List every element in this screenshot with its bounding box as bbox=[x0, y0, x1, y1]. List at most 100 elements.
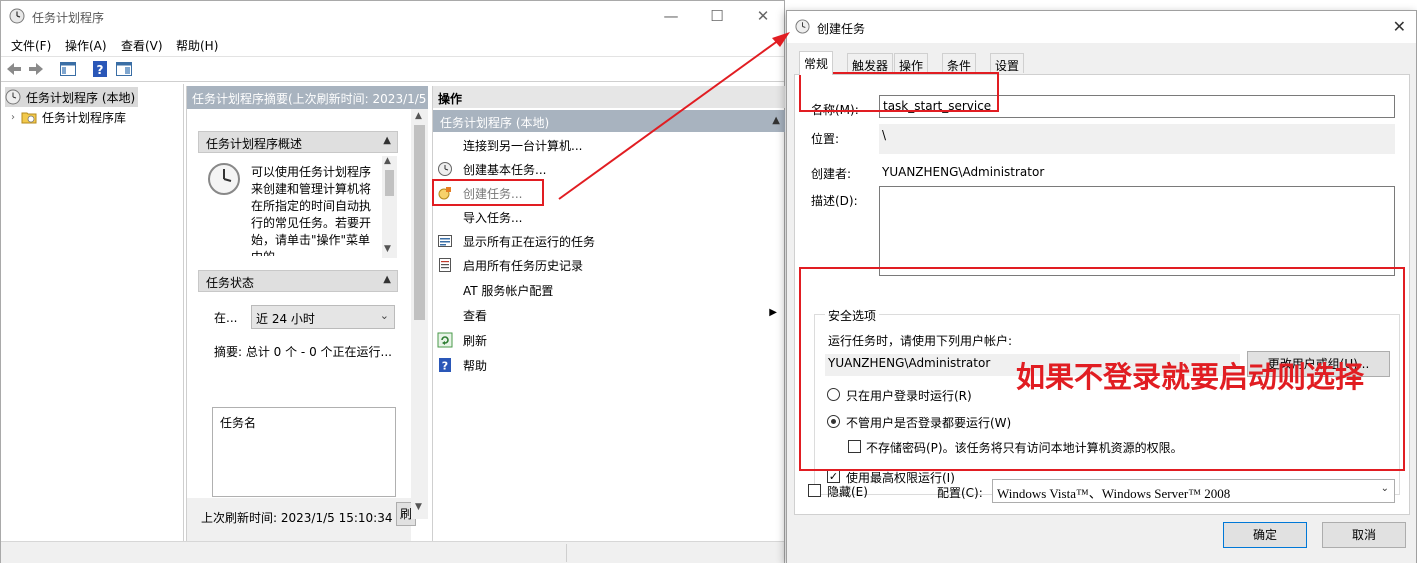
action-refresh[interactable]: 刷新 bbox=[437, 330, 777, 350]
minimize-icon[interactable]: — bbox=[661, 6, 681, 26]
chevron-right-icon[interactable]: › bbox=[11, 112, 15, 123]
checkbox-highest-privileges[interactable]: ✓ bbox=[827, 470, 840, 483]
scroll-up-icon[interactable]: ▲ bbox=[415, 111, 422, 121]
clock-icon bbox=[5, 89, 21, 105]
action-label: 刷新 bbox=[463, 333, 488, 348]
action-view[interactable]: 查看 ▶ bbox=[437, 305, 777, 325]
action-label: 显示所有正在运行的任务 bbox=[463, 234, 596, 249]
blank-icon bbox=[437, 137, 453, 153]
menu-action[interactable]: 操作(A) bbox=[65, 37, 107, 54]
chevron-down-icon: ⌄ bbox=[379, 309, 389, 322]
navigation-tree: 任务计划程序 (本地) › 任务计划程序库 bbox=[1, 84, 184, 541]
maximize-icon[interactable]: ☐ bbox=[707, 6, 727, 26]
config-select[interactable]: Windows Vista™、Windows Server™ 2008 ⌄ bbox=[992, 479, 1395, 503]
running-tasks-icon bbox=[438, 235, 452, 247]
action-label: 创建基本任务... bbox=[463, 162, 547, 177]
blank-icon bbox=[437, 209, 453, 225]
help-icon[interactable]: ? bbox=[91, 60, 109, 78]
clock-icon bbox=[9, 8, 25, 24]
svg-text:?: ? bbox=[97, 63, 104, 77]
action-help[interactable]: ? 帮助 bbox=[437, 355, 777, 375]
cancel-button[interactable]: 取消 bbox=[1322, 522, 1406, 548]
column-header-task-name[interactable]: 任务名 bbox=[220, 414, 256, 431]
toolbar: ? bbox=[1, 56, 784, 82]
checkbox-hidden-label[interactable]: 隐藏(E) bbox=[827, 483, 868, 500]
checkbox-hidden[interactable] bbox=[808, 484, 821, 497]
tree-item-scheduler-local[interactable]: 任务计划程序 (本地) bbox=[5, 87, 139, 107]
window-title: 任务计划程序 bbox=[32, 11, 105, 25]
overview-scrollbar[interactable]: ▲ ▼ bbox=[382, 156, 397, 258]
description-field[interactable] bbox=[879, 186, 1395, 276]
scroll-down-icon[interactable]: ▼ bbox=[415, 502, 422, 512]
summary-header: 任务计划程序摘要(上次刷新时间: 2023/1/5 bbox=[187, 86, 428, 109]
chevron-up-icon[interactable]: ▲ bbox=[383, 135, 391, 146]
show-hide-action-pane-icon[interactable] bbox=[115, 60, 133, 78]
menu-view[interactable]: 查看(V) bbox=[121, 37, 163, 54]
scroll-down-icon[interactable]: ▼ bbox=[384, 244, 391, 254]
config-label: 配置(C): bbox=[937, 486, 983, 500]
status-prefix: 在... bbox=[214, 311, 238, 325]
tree-item-library[interactable]: › 任务计划程序库 bbox=[11, 107, 126, 127]
close-icon[interactable]: ✕ bbox=[753, 6, 773, 26]
back-icon[interactable] bbox=[5, 60, 23, 78]
tab-general[interactable]: 常规 bbox=[799, 51, 834, 75]
tree-item-label: 任务计划程序 (本地) bbox=[26, 90, 136, 105]
section-title: 任务状态 bbox=[206, 276, 255, 290]
chevron-down-icon: ⌄ bbox=[1380, 483, 1389, 494]
folder-icon bbox=[21, 112, 37, 124]
menu-file[interactable]: 文件(F) bbox=[11, 37, 51, 54]
dialog-title: 创建任务 bbox=[817, 22, 866, 36]
tab-conditions[interactable]: 条件 bbox=[942, 53, 977, 73]
summary-pane: 任务计划程序摘要(上次刷新时间: 2023/1/5 任务计划程序概述 ▲ 可以使… bbox=[186, 86, 428, 541]
action-import-task[interactable]: 导入任务... bbox=[437, 207, 777, 227]
tab-triggers[interactable]: 触发器 bbox=[847, 53, 894, 73]
overview-section-header[interactable]: 任务计划程序概述 ▲ bbox=[198, 131, 398, 153]
location-label: 位置: bbox=[811, 132, 840, 146]
task-list[interactable]: 任务名 bbox=[212, 407, 396, 497]
section-title: 任务计划程序概述 bbox=[206, 137, 303, 151]
annotation-text: 如果不登录就要启动则选择 bbox=[1016, 360, 1365, 394]
action-connect[interactable]: 连接到另一台计算机... bbox=[437, 135, 777, 155]
scroll-up-icon[interactable]: ▲ bbox=[384, 156, 391, 166]
forward-icon[interactable] bbox=[27, 60, 45, 78]
actions-subheader[interactable]: 任务计划程序 (本地) ▲ bbox=[433, 110, 785, 132]
chevron-up-icon[interactable]: ▲ bbox=[383, 274, 391, 285]
collapse-icon[interactable]: ▲ bbox=[772, 115, 780, 126]
status-divider bbox=[566, 544, 567, 562]
action-at-service-config[interactable]: AT 服务帐户配置 bbox=[437, 280, 777, 300]
status-period-select[interactable]: 近 24 小时 ⌄ bbox=[251, 305, 395, 329]
action-label: 连接到另一台计算机... bbox=[463, 138, 583, 153]
menubar: 文件(F) 操作(A) 查看(V) 帮助(H) bbox=[1, 33, 784, 55]
help-icon: ? bbox=[439, 358, 451, 373]
action-show-running[interactable]: 显示所有正在运行的任务 bbox=[437, 231, 777, 251]
highlight-name-field bbox=[799, 72, 999, 112]
summary-scrollbar[interactable]: ▲ ▼ bbox=[411, 109, 428, 519]
history-icon bbox=[439, 258, 451, 272]
close-icon[interactable]: ✕ bbox=[1393, 17, 1406, 36]
action-create-basic-task[interactable]: 创建基本任务... bbox=[437, 159, 777, 179]
description-label: 描述(D): bbox=[811, 194, 858, 208]
status-section-header[interactable]: 任务状态 ▲ bbox=[198, 270, 398, 292]
action-enable-history[interactable]: 启用所有任务历史记录 bbox=[437, 255, 777, 275]
author-value: YUANZHENG\Administrator bbox=[882, 165, 1045, 179]
menu-help[interactable]: 帮助(H) bbox=[176, 37, 218, 54]
submenu-arrow-icon: ▶ bbox=[769, 307, 777, 318]
action-label: AT 服务帐户配置 bbox=[463, 283, 554, 298]
ok-button[interactable]: 确定 bbox=[1223, 522, 1307, 548]
scroll-thumb[interactable] bbox=[385, 170, 394, 196]
author-label: 创建者: bbox=[811, 167, 852, 181]
dialog-titlebar: 创建任务 ✕ bbox=[787, 11, 1416, 43]
action-label: 启用所有任务历史记录 bbox=[463, 258, 584, 273]
tab-actions[interactable]: 操作 bbox=[894, 53, 929, 73]
blank-icon bbox=[437, 307, 453, 323]
actions-subheader-label: 任务计划程序 (本地) bbox=[440, 116, 550, 130]
action-label: 帮助 bbox=[463, 358, 488, 373]
show-hide-tree-icon[interactable] bbox=[59, 60, 77, 78]
tab-settings[interactable]: 设置 bbox=[990, 53, 1025, 73]
scroll-thumb[interactable] bbox=[414, 125, 425, 320]
config-value: Windows Vista™、Windows Server™ 2008 bbox=[997, 486, 1231, 501]
clock-icon bbox=[795, 19, 810, 34]
actions-pane: 操作 任务计划程序 (本地) ▲ 连接到另一台计算机... 创建基本任务... … bbox=[432, 86, 785, 541]
last-refresh-time: 上次刷新时间: 2023/1/5 15:10:34 bbox=[201, 511, 393, 525]
status-bar bbox=[1, 541, 784, 563]
